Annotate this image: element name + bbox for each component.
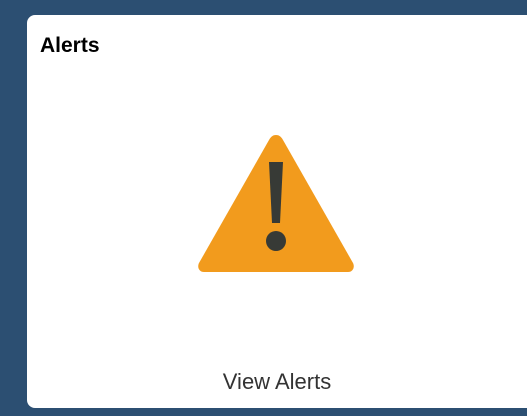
alerts-tile[interactable]: Alerts View Alerts	[27, 15, 527, 408]
warning-triangle-icon	[195, 131, 357, 274]
tile-title: Alerts	[40, 34, 100, 57]
view-alerts-link[interactable]: View Alerts	[27, 371, 527, 393]
page-background: Alerts View Alerts	[0, 0, 527, 416]
